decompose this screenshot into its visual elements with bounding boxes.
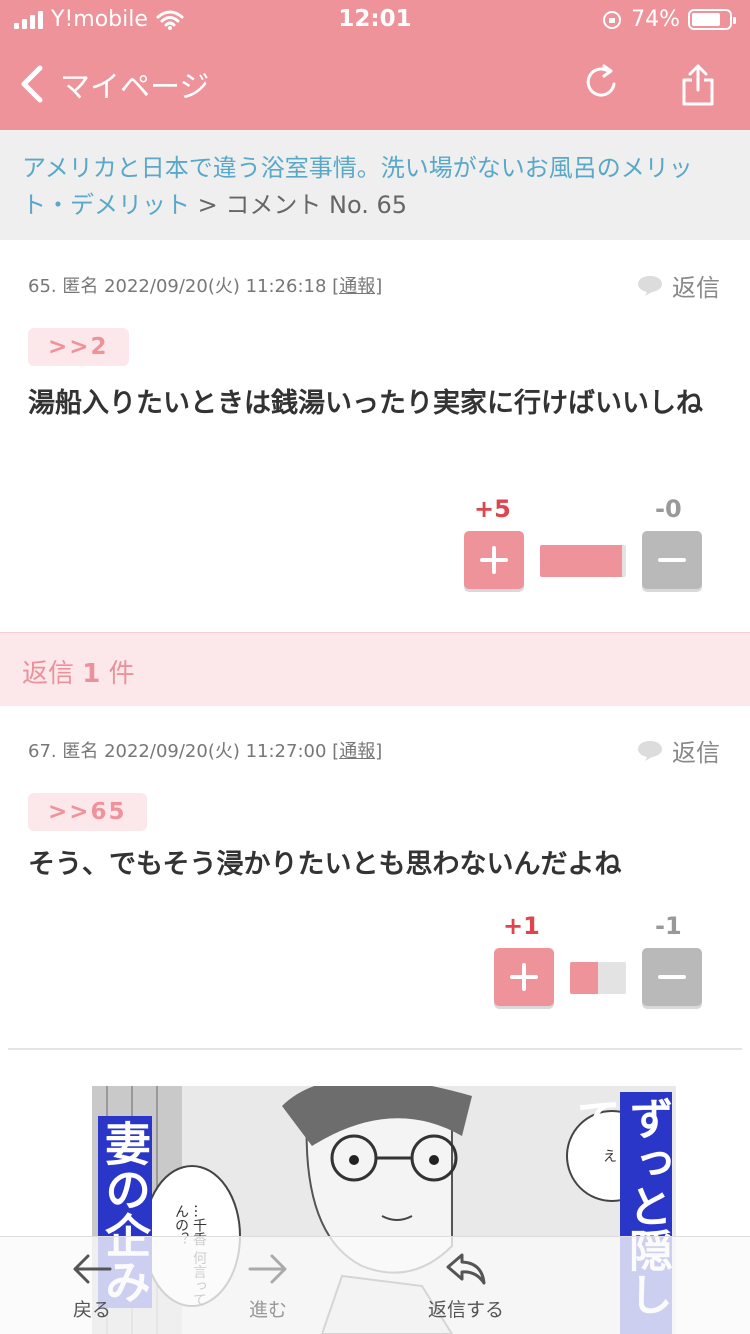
- comment-body: そう、でもそう浸かりたいとも思わないんだよね: [28, 849, 622, 880]
- plus-vote-button[interactable]: [464, 531, 524, 589]
- battery-icon: [688, 9, 736, 30]
- minus-icon: [658, 975, 686, 979]
- back-button[interactable]: 戻る: [70, 1251, 114, 1322]
- forward-label: 進む: [248, 1299, 287, 1321]
- comment-meta: 67. 匿名 2022/09/20(火) 11:27:00 [通報]: [28, 737, 382, 763]
- reply-button[interactable]: 返信: [636, 268, 720, 303]
- speech-bubble-icon: [638, 740, 662, 761]
- divider: [8, 1048, 742, 1050]
- plus-icon: [480, 546, 508, 574]
- plus-vote-button[interactable]: [494, 948, 554, 1006]
- status-bar: Y!mobile 12:01 74%: [0, 0, 750, 40]
- minus-vote-button[interactable]: [642, 531, 702, 589]
- vote-ratio-fill: [540, 545, 622, 577]
- forward-button[interactable]: 進む: [246, 1251, 290, 1322]
- report-link[interactable]: [通報]: [332, 741, 382, 762]
- replies-suffix: 件: [108, 659, 135, 689]
- nav-bar: マイページ: [0, 48, 750, 120]
- replies-prefix: 返信: [22, 659, 75, 689]
- rotation-lock-icon: [603, 10, 622, 29]
- back-label: マイページ: [60, 70, 210, 105]
- bottom-toolbar: 戻る 進む 返信する: [0, 1236, 750, 1334]
- report-link[interactable]: [通報]: [332, 276, 382, 297]
- anchor-link[interactable]: >>65: [28, 793, 147, 831]
- plus-score: +1: [503, 912, 540, 940]
- anchor-link[interactable]: >>2: [28, 328, 129, 366]
- reply-toolbar-button[interactable]: 返信する: [428, 1251, 504, 1322]
- plus-score: +5: [474, 495, 511, 523]
- reply-toolbar-label: 返信する: [428, 1299, 505, 1321]
- back-to-mypage-button[interactable]: マイページ: [18, 62, 209, 106]
- reply-arrow-icon: [446, 1253, 486, 1285]
- battery-percent: 74%: [631, 7, 680, 32]
- reply-label: 返信: [672, 274, 720, 302]
- reply-label: 返信: [672, 739, 720, 767]
- minus-icon: [658, 558, 686, 562]
- top-bar: Y!mobile 12:01 74% マイページ: [0, 0, 750, 130]
- plus-icon: [510, 963, 538, 991]
- back-label: 戻る: [72, 1299, 111, 1321]
- vote-ratio-fill: [570, 962, 598, 994]
- breadcrumb-separator: >: [197, 191, 218, 219]
- vote-ratio-bar: [540, 545, 626, 577]
- refresh-icon[interactable]: [584, 62, 620, 102]
- minus-score: -1: [655, 912, 682, 940]
- comment-meta-text: 67. 匿名 2022/09/20(火) 11:27:00: [28, 741, 327, 762]
- share-icon[interactable]: [680, 62, 716, 106]
- minus-vote-button[interactable]: [642, 948, 702, 1006]
- comment-body: 湯船入りたいときは銭湯いったり実家に行けばいいしね: [28, 388, 703, 419]
- arrow-left-icon: [73, 1254, 112, 1284]
- reply-button[interactable]: 返信: [636, 733, 720, 768]
- vote-ratio-bar: [570, 962, 626, 994]
- chevron-left-icon: [21, 65, 43, 103]
- arrow-right-icon: [248, 1254, 287, 1284]
- comment-meta-text: 65. 匿名 2022/09/20(火) 11:26:18: [28, 276, 327, 297]
- comment-meta: 65. 匿名 2022/09/20(火) 11:26:18 [通報]: [28, 272, 382, 298]
- breadcrumb-current: コメント No. 65: [225, 191, 408, 219]
- speech-bubble-icon: [638, 275, 662, 296]
- replies-count: 1: [82, 659, 101, 689]
- replies-count-bar: 返信 1 件: [0, 632, 750, 706]
- ad-bubble-right-text: え: [603, 1149, 617, 1165]
- minus-score: -0: [655, 495, 682, 523]
- breadcrumb: アメリカと日本で違う浴室事情。洗い場がないお風呂のメリット・デメリット > コメ…: [0, 130, 750, 240]
